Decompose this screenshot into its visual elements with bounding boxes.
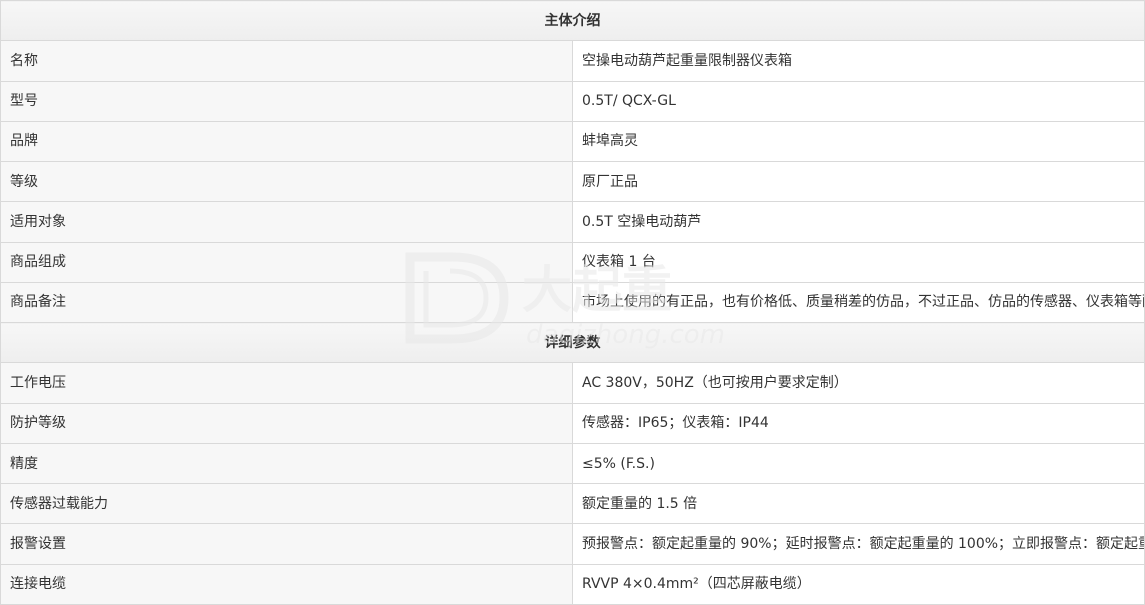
row-label: 品牌 (0, 120, 573, 163)
row-label: 型号 (0, 80, 573, 122)
row-value: 预报警点：额定起重量的 90%；延时报警点：额定起重量的 100%；立即报警点：… (572, 523, 1145, 565)
row-value: 额定重量的 1.5 倍 (572, 483, 1145, 525)
row-label: 防护等级 (0, 402, 573, 444)
table-row: 品牌 蚌埠高灵 (0, 120, 1145, 163)
row-value: RVVP 4×0.4mm²（四芯屏蔽电缆） (572, 563, 1145, 605)
table-row: 防护等级 传感器：IP65；仪表箱：IP44 (0, 402, 1145, 444)
table-row: 名称 空操电动葫芦起重量限制器仪表箱 (0, 40, 1145, 82)
row-value: 原厂正品 (572, 161, 1145, 203)
row-value: 0.5T/ QCX-GL (572, 80, 1145, 122)
row-label: 名称 (0, 40, 573, 82)
row-label: 连接电缆 (0, 563, 573, 605)
table-row: 传感器过载能力 额定重量的 1.5 倍 (0, 483, 1145, 525)
row-value: 仪表箱 1 台 (572, 241, 1145, 283)
table-row: 商品备注 市场上使用的有正品，也有价格低、质量稍差的仿品，不过正品、仿品的传感器… (0, 281, 1145, 324)
section-header-detail-params: 详细参数 (0, 322, 1145, 364)
table-row: 商品组成 仪表箱 1 台 (0, 241, 1145, 283)
row-label: 报警设置 (0, 523, 573, 565)
row-label: 精度 (0, 442, 573, 485)
table-row: 报警设置 预报警点：额定起重量的 90%；延时报警点：额定起重量的 100%；立… (0, 523, 1145, 565)
row-value: 蚌埠高灵 (572, 120, 1145, 163)
row-label: 商品备注 (0, 281, 573, 324)
table-row: 精度 ≤5% (F.S.) (0, 442, 1145, 485)
row-label: 商品组成 (0, 241, 573, 283)
table-row: 工作电压 AC 380V，50HZ（也可按用户要求定制） (0, 362, 1145, 404)
table-row: 等级 原厂正品 (0, 161, 1145, 203)
table-row: 连接电缆 RVVP 4×0.4mm²（四芯屏蔽电缆） (0, 563, 1145, 605)
row-value: 传感器：IP65；仪表箱：IP44 (572, 402, 1145, 444)
row-label: 适用对象 (0, 201, 573, 243)
section-title: 主体介绍 (0, 0, 1145, 42)
section-title: 详细参数 (0, 322, 1145, 364)
row-value: AC 380V，50HZ（也可按用户要求定制） (572, 362, 1145, 404)
row-value: 空操电动葫芦起重量限制器仪表箱 (572, 40, 1145, 82)
product-spec-table: 主体介绍 名称 空操电动葫芦起重量限制器仪表箱 型号 0.5T/ QCX-GL … (0, 0, 1145, 605)
table-row: 型号 0.5T/ QCX-GL (0, 80, 1145, 122)
row-value: ≤5% (F.S.) (572, 442, 1145, 485)
row-value: 市场上使用的有正品，也有价格低、质量稍差的仿品，不过正品、仿品的传感器、仪表箱等… (572, 281, 1145, 324)
row-label: 工作电压 (0, 362, 573, 404)
row-label: 等级 (0, 161, 573, 203)
row-label: 传感器过载能力 (0, 483, 573, 525)
section-header-main-intro: 主体介绍 (0, 0, 1145, 42)
row-value: 0.5T 空操电动葫芦 (572, 201, 1145, 243)
table-row: 适用对象 0.5T 空操电动葫芦 (0, 201, 1145, 243)
